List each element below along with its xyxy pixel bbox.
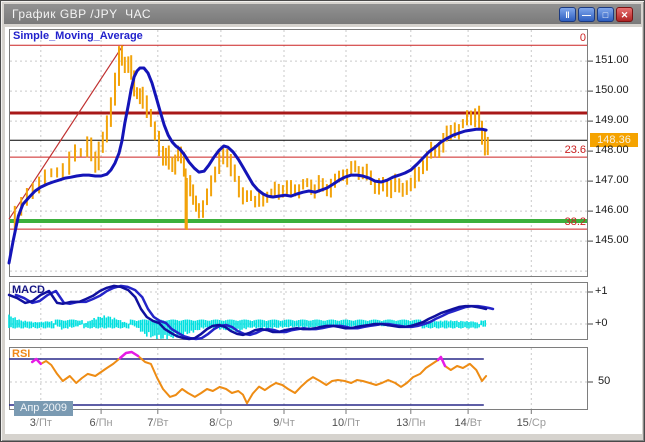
- macd-axis-label: +1: [595, 285, 608, 297]
- month-badge: Апр 2009: [14, 401, 73, 416]
- price-axis-label: 147.00: [595, 174, 629, 186]
- price-axis-label: 145.00: [595, 234, 629, 246]
- fib-level-0-label: 0: [526, 32, 586, 44]
- minimize-icon: —: [582, 10, 591, 20]
- pause-button[interactable]: ‖: [559, 7, 576, 22]
- maximize-button[interactable]: □: [597, 7, 614, 22]
- price-axis-label: 148.00: [595, 144, 629, 156]
- window-title: График GBP /JPY ЧАС: [4, 7, 151, 21]
- window-controls: ‖ — □ ✕: [559, 7, 641, 22]
- date-axis-label: 15/Ср: [517, 417, 546, 429]
- date-axis-label: 8/Ср: [209, 417, 232, 429]
- close-icon: ✕: [621, 10, 629, 20]
- sma-indicator-label: Simple_Moving_Average: [13, 30, 143, 42]
- fib-level-236-label: 23.6: [526, 144, 586, 156]
- rsi-indicator-label: RSI: [12, 348, 30, 360]
- date-axis-label: 14/Вт: [454, 417, 481, 429]
- date-axis-label: 6/Пн: [89, 417, 112, 429]
- chart-client-area[interactable]: Simple_Moving_Average MACD RSI 0 23.6 38…: [5, 27, 642, 434]
- fib-level-382-label: 38.2: [526, 216, 586, 228]
- price-axis-label: 150.00: [595, 84, 629, 96]
- price-axis-label: 151.00: [595, 54, 629, 66]
- title-bar[interactable]: График GBP /JPY ЧАС ‖ — □ ✕: [4, 4, 641, 24]
- date-axis-label: 7/Вт: [147, 417, 168, 429]
- date-axis-label: 3/Пт: [30, 417, 52, 429]
- price-axis-label: 146.00: [595, 204, 629, 216]
- close-button[interactable]: ✕: [616, 7, 633, 22]
- minimize-button[interactable]: —: [578, 7, 595, 22]
- chart-window: График GBP /JPY ЧАС ‖ — □ ✕ Simple_Movin…: [0, 0, 645, 442]
- date-axis-label: 9/Чт: [273, 417, 295, 429]
- date-axis-label: 13/Пн: [396, 417, 425, 429]
- date-axis-label: 10/Пт: [332, 417, 360, 429]
- maximize-icon: □: [603, 10, 608, 20]
- pause-icon: ‖: [565, 10, 569, 20]
- macd-indicator-label: MACD: [12, 284, 45, 296]
- macd-axis-label: +0: [595, 317, 608, 329]
- price-axis-label: 149.00: [595, 114, 629, 126]
- chart-canvas[interactable]: [5, 27, 642, 434]
- rsi-axis-label: 50: [598, 375, 610, 387]
